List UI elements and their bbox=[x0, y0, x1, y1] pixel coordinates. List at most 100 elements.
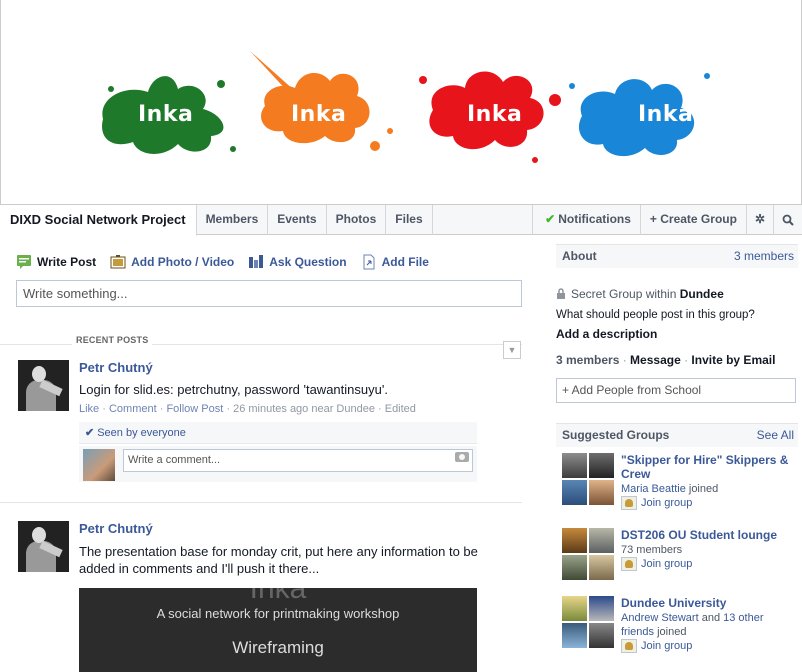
invite-by-email-link[interactable]: Invite by Email bbox=[691, 353, 775, 367]
group-name-link[interactable]: "Skipper for Hire" Skippers & Crew bbox=[621, 453, 796, 481]
check-icon: ✔ bbox=[545, 212, 556, 226]
message-link[interactable]: Message bbox=[630, 353, 681, 367]
write-post-button[interactable]: Write Post bbox=[16, 254, 96, 270]
author-avatar[interactable] bbox=[18, 360, 69, 411]
add-photo-button[interactable]: Add Photo / Video bbox=[110, 254, 234, 270]
suggested-groups-title: Suggested Groups bbox=[562, 428, 670, 442]
seen-label: Seen by everyone bbox=[97, 427, 186, 439]
splat-label-red: Inka bbox=[467, 102, 523, 127]
camera-icon[interactable] bbox=[455, 452, 469, 462]
post-author[interactable]: Petr Chutný bbox=[79, 521, 153, 536]
cover-photo: Inka Inka Inka Inka bbox=[0, 0, 802, 204]
author-avatar[interactable] bbox=[18, 521, 69, 572]
member-actions: 3 members · Message · Invite by Email bbox=[556, 353, 776, 367]
post-author[interactable]: Petr Chutný bbox=[79, 360, 153, 375]
join-group-icon bbox=[621, 496, 637, 510]
comment-composer: Write a comment... bbox=[79, 446, 477, 482]
seen-by-indicator: ✔ Seen by everyone bbox=[79, 422, 477, 444]
group-thumbnails[interactable] bbox=[562, 453, 614, 505]
add-photo-label: Add Photo / Video bbox=[131, 255, 235, 269]
join-group-label: Join group bbox=[641, 557, 693, 570]
secret-group-label: Secret Group within bbox=[571, 287, 677, 301]
members-count-link[interactable]: 3 members bbox=[734, 245, 794, 267]
splat-label-orange: Inka bbox=[291, 102, 347, 127]
tab-events[interactable]: Events bbox=[268, 205, 327, 235]
recent-posts-heading: RECENT POSTS bbox=[72, 335, 153, 345]
group-activity: Maria Beattie joined bbox=[621, 482, 796, 496]
group-activity: Andrew Stewart and 13 other friends join… bbox=[621, 611, 796, 639]
checkmark-icon: ✔ bbox=[85, 427, 95, 439]
join-group-label: Join group bbox=[641, 496, 693, 509]
tab-files[interactable]: Files bbox=[386, 205, 433, 235]
group-privacy: Secret Group within Dundee bbox=[556, 287, 724, 301]
comment-link[interactable]: Comment bbox=[109, 403, 157, 415]
group-name-link[interactable]: DST206 OU Student lounge bbox=[621, 528, 796, 542]
post-divider bbox=[0, 502, 522, 503]
about-header: About 3 members bbox=[556, 244, 798, 268]
post-text: The presentation base for monday crit, p… bbox=[79, 544, 478, 576]
post: Petr Chutný The presentation base for mo… bbox=[18, 521, 522, 672]
join-group-button[interactable]: Join group bbox=[621, 557, 692, 571]
photo-icon bbox=[110, 255, 126, 269]
presentation-preview[interactable]: Inka A social network for printmaking wo… bbox=[79, 588, 477, 672]
friend-link[interactable]: Maria Beattie bbox=[621, 483, 686, 495]
join-group-label: Join group bbox=[641, 639, 693, 652]
create-group-button[interactable]: + Create Group bbox=[641, 205, 747, 235]
slide-subtitle: A social network for printmaking worksho… bbox=[156, 606, 400, 621]
comment-input[interactable]: Write a comment... bbox=[123, 449, 473, 472]
write-post-icon bbox=[17, 255, 31, 269]
suggested-group: DST206 OU Student lounge 73 members Join… bbox=[562, 528, 798, 588]
ask-question-button[interactable]: Ask Question bbox=[248, 254, 347, 270]
group-activity: 73 members bbox=[621, 544, 683, 556]
settings-gear-icon[interactable]: ✲ bbox=[747, 205, 774, 235]
tab-photos[interactable]: Photos bbox=[327, 205, 387, 235]
splat-label-green: Inka bbox=[138, 102, 194, 127]
group-thumbnails[interactable] bbox=[562, 528, 614, 580]
about-title: About bbox=[562, 249, 597, 263]
join-group-button[interactable]: Join group bbox=[621, 496, 692, 510]
notifications-button[interactable]: ✔ Notifications bbox=[533, 205, 641, 235]
join-group-button[interactable]: Join group bbox=[621, 639, 692, 653]
write-post-label: Write Post bbox=[37, 255, 97, 269]
composer-actions: Write Post Add Photo / Video Ask Questio… bbox=[16, 254, 429, 270]
slide-heading: Wireframing bbox=[232, 638, 324, 657]
suggested-group: Dundee University Andrew Stewart and 13 … bbox=[562, 596, 798, 672]
add-description-link[interactable]: Add a description bbox=[556, 327, 657, 341]
post: Petr Chutný Login for slid.es: petrchutn… bbox=[18, 360, 522, 490]
group-thumbnails[interactable] bbox=[562, 596, 614, 648]
post-text: Login for slid.es: petrchutny, password … bbox=[79, 382, 388, 397]
lock-icon bbox=[557, 288, 565, 299]
chevron-down-icon[interactable]: ▼ bbox=[503, 341, 521, 359]
members-link[interactable]: 3 members bbox=[556, 353, 619, 367]
group-name-tab[interactable]: DIXD Social Network Project bbox=[0, 205, 197, 236]
post-meta: Like · Comment · Follow Post · 26 minute… bbox=[79, 403, 416, 415]
question-icon bbox=[249, 255, 264, 268]
splat-label-blue: Inka bbox=[638, 102, 694, 127]
like-link[interactable]: Like bbox=[79, 403, 99, 415]
viewer-avatar bbox=[83, 449, 115, 481]
search-icon[interactable] bbox=[774, 205, 802, 235]
add-people-input[interactable]: + Add People from School bbox=[556, 378, 796, 403]
notifications-label: Notifications bbox=[558, 212, 631, 226]
group-name-link[interactable]: Dundee University bbox=[621, 596, 796, 610]
friend-link[interactable]: Andrew Stewart bbox=[621, 612, 699, 624]
see-all-link[interactable]: See All bbox=[757, 424, 794, 446]
tab-members[interactable]: Members bbox=[197, 205, 269, 235]
suggested-group: "Skipper for Hire" Skippers & Crew Maria… bbox=[562, 453, 798, 513]
group-tab-bar: DIXD Social Network Project Members Even… bbox=[0, 204, 802, 236]
about-question: What should people post in this group? bbox=[556, 309, 755, 321]
slide-logo-text: Inka bbox=[249, 588, 307, 605]
join-group-icon bbox=[621, 557, 637, 571]
ask-question-label: Ask Question bbox=[269, 255, 347, 269]
post-timestamp: 26 minutes ago near Dundee · Edited bbox=[233, 403, 416, 415]
group-location-link[interactable]: Dundee bbox=[680, 287, 724, 301]
group-activity-text-end: joined bbox=[654, 626, 687, 638]
group-activity-text: joined bbox=[685, 483, 719, 495]
add-file-label: Add File bbox=[381, 255, 429, 269]
tab-spacer bbox=[433, 205, 534, 234]
file-icon bbox=[363, 254, 375, 270]
write-something-input[interactable]: Write something... bbox=[16, 280, 522, 307]
add-file-button[interactable]: Add File bbox=[361, 254, 429, 270]
suggested-groups-header: Suggested Groups See All bbox=[556, 423, 798, 447]
follow-post-link[interactable]: Follow Post bbox=[166, 403, 223, 415]
